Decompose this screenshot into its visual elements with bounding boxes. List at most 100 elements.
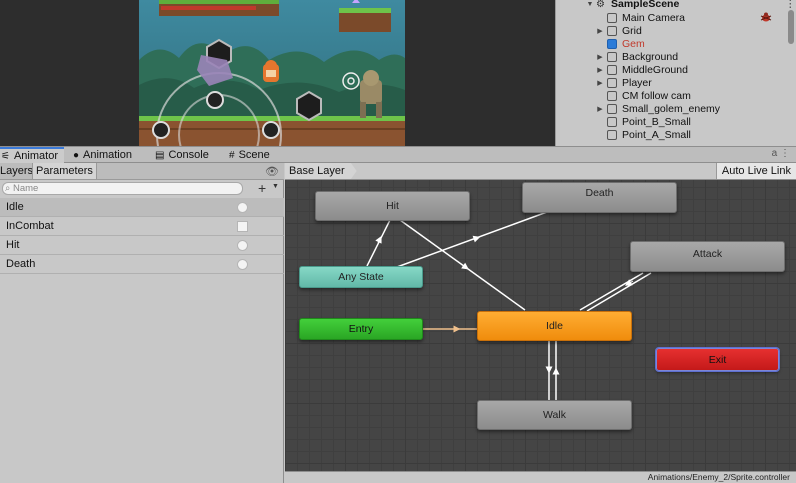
parameter-row[interactable]: Hit bbox=[0, 236, 284, 255]
transition-attack-idle[interactable] bbox=[586, 272, 652, 312]
gameobject-cube-icon bbox=[607, 117, 617, 127]
expand-arrow-icon[interactable]: ▶ bbox=[596, 103, 604, 116]
expand-arrow-icon[interactable]: ▶ bbox=[596, 77, 604, 90]
add-parameter-button[interactable]: + bbox=[258, 180, 266, 196]
hierarchy-item[interactable]: Gem bbox=[556, 38, 786, 51]
hierarchy-item[interactable]: ▶ Small_golem_enemy bbox=[556, 103, 786, 116]
unity-editor: ▼ ⚙ SampleScene ⋮ Main Camera ▶ Grid Gem ▶ Ba… bbox=[0, 0, 796, 483]
hierarchy-item-label: Main Camera bbox=[622, 12, 686, 24]
hierarchy-item[interactable]: ▶ Background bbox=[556, 51, 786, 64]
console-icon: ▤ bbox=[155, 150, 165, 161]
tab-parameters[interactable]: Parameters bbox=[32, 163, 97, 179]
transition-idle-attack[interactable] bbox=[579, 272, 644, 311]
parameters-panel: Layers Parameters 👁 ⌕ Name + ▼ Idle InCom… bbox=[0, 163, 284, 483]
hierarchy-item[interactable]: CM follow cam bbox=[556, 90, 786, 103]
hierarchy-item-label: Point_A_Small bbox=[622, 129, 691, 141]
state-idle[interactable]: Idle bbox=[477, 311, 632, 341]
expand-arrow-icon[interactable]: ▶ bbox=[596, 64, 604, 77]
state-death[interactable]: Death bbox=[522, 182, 677, 213]
breadcrumb-base-layer[interactable]: Base Layer bbox=[285, 163, 357, 179]
gameobject-cube-icon bbox=[607, 52, 617, 62]
tab-animation[interactable]: ● Animation bbox=[70, 147, 148, 163]
tab-animator[interactable]: ⚟ Animator bbox=[0, 147, 64, 163]
gameobject-cube-icon bbox=[607, 13, 617, 23]
trigger-radio[interactable] bbox=[237, 240, 248, 251]
hierarchy-item-label: CM follow cam bbox=[622, 90, 691, 102]
hierarchy-item-label: MiddleGround bbox=[622, 64, 688, 76]
state-label: Any State bbox=[338, 271, 384, 283]
animator-graph[interactable]: Hit Death Attack Any State Entry Idle Ex… bbox=[285, 163, 796, 483]
parameter-row[interactable]: Idle bbox=[0, 198, 284, 217]
gameobject-cube-icon bbox=[607, 39, 617, 49]
state-hit[interactable]: Hit bbox=[315, 191, 470, 221]
state-label: Death bbox=[585, 187, 614, 200]
expand-arrow-icon[interactable]: ▶ bbox=[596, 51, 604, 64]
animation-icon: ● bbox=[73, 150, 80, 161]
hierarchy-item-label: Grid bbox=[622, 25, 642, 37]
gameobject-cube-icon bbox=[607, 65, 617, 75]
gameobject-cube-icon bbox=[607, 78, 617, 88]
editor-tab-bar: ⚟ Animator ● Animation ▤ Console # Scene a ⋮ bbox=[0, 146, 796, 163]
parameter-name: Hit bbox=[6, 239, 20, 251]
hierarchy-scrollbar[interactable] bbox=[788, 10, 794, 44]
gameobject-cube-icon bbox=[607, 91, 617, 101]
hierarchy-item[interactable]: Point_A_Small bbox=[556, 129, 786, 142]
state-any-state[interactable]: Any State bbox=[299, 266, 423, 288]
graph-toolbar: Base Layer Auto Live Link bbox=[285, 163, 796, 180]
parameter-row[interactable]: Death bbox=[0, 255, 284, 274]
hierarchy-item[interactable]: ▶ Grid bbox=[556, 25, 786, 38]
bool-checkbox[interactable] bbox=[237, 221, 248, 232]
scene-root-row[interactable]: ▼ ⚙ SampleScene ⋮ bbox=[556, 0, 796, 11]
state-entry[interactable]: Entry bbox=[299, 318, 423, 340]
tab-animation-label: Animation bbox=[83, 149, 132, 161]
trigger-radio[interactable] bbox=[237, 259, 248, 270]
game-render bbox=[139, 0, 405, 146]
hierarchy-item[interactable]: ▶ MiddleGround bbox=[556, 64, 786, 77]
hierarchy-item-label: Background bbox=[622, 51, 679, 63]
chevron-down-icon[interactable]: ▼ bbox=[272, 183, 279, 190]
expand-arrow-icon[interactable]: ▶ bbox=[596, 25, 604, 38]
hierarchy-item-label: Small_golem_enemy bbox=[622, 103, 721, 115]
parameter-row[interactable]: InCombat bbox=[0, 217, 284, 236]
tab-layers[interactable]: Layers bbox=[0, 163, 36, 179]
parameter-name: InCombat bbox=[6, 220, 54, 232]
state-walk[interactable]: Walk bbox=[477, 400, 632, 430]
animator-icon: ⚟ bbox=[1, 151, 10, 162]
state-exit[interactable]: Exit bbox=[655, 347, 780, 372]
parameter-name: Death bbox=[6, 258, 36, 270]
eye-icon[interactable]: 👁 bbox=[265, 165, 279, 178]
tab-animator-label: Animator bbox=[13, 150, 58, 162]
empty-panel-area bbox=[405, 0, 555, 146]
game-view[interactable] bbox=[139, 0, 405, 146]
unity-scene-icon: ⚙ bbox=[596, 0, 605, 10]
parameter-name: Idle bbox=[6, 201, 24, 213]
state-label: Walk bbox=[543, 409, 566, 421]
state-label: Exit bbox=[708, 353, 727, 366]
auto-live-link-button[interactable]: Auto Live Link bbox=[715, 163, 796, 179]
controller-path: Animations/Enemy_2/Sprite.controller bbox=[647, 472, 790, 482]
search-placeholder: Name bbox=[12, 183, 39, 194]
scene-name: SampleScene bbox=[611, 0, 680, 10]
state-label: Idle bbox=[546, 320, 563, 332]
tab-console-label: Console bbox=[168, 149, 209, 161]
hierarchy-item[interactable]: ▶ Player bbox=[556, 77, 786, 90]
hierarchy-item-label: Point_B_Small bbox=[622, 116, 691, 128]
search-icon: ⌕ bbox=[5, 183, 11, 194]
hierarchy-item-label: Gem bbox=[622, 38, 645, 50]
hierarchy-item[interactable]: Point_B_Small bbox=[556, 116, 786, 129]
parameter-search-input[interactable]: ⌕ Name bbox=[2, 182, 243, 195]
lock-icon[interactable]: a bbox=[772, 148, 778, 159]
gameobject-cube-icon bbox=[607, 130, 617, 140]
hierarchy-item-label: Player bbox=[622, 77, 652, 89]
tab-console[interactable]: ▤ Console bbox=[152, 147, 224, 163]
state-attack[interactable]: Attack bbox=[630, 241, 785, 272]
search-row: ⌕ Name + ▼ bbox=[0, 180, 284, 197]
hierarchy-item[interactable]: Main Camera bbox=[556, 12, 786, 25]
tab-scene[interactable]: # Scene bbox=[226, 147, 286, 163]
trigger-radio[interactable] bbox=[237, 202, 248, 213]
collapse-arrow-icon[interactable]: ▼ bbox=[586, 0, 594, 11]
state-label: Hit bbox=[386, 200, 399, 212]
hierarchy-panel: ▼ ⚙ SampleScene ⋮ Main Camera ▶ Grid Gem ▶ Ba… bbox=[555, 0, 796, 146]
more-options-icon[interactable]: ⋮ bbox=[780, 148, 790, 159]
state-label: Attack bbox=[692, 247, 723, 260]
